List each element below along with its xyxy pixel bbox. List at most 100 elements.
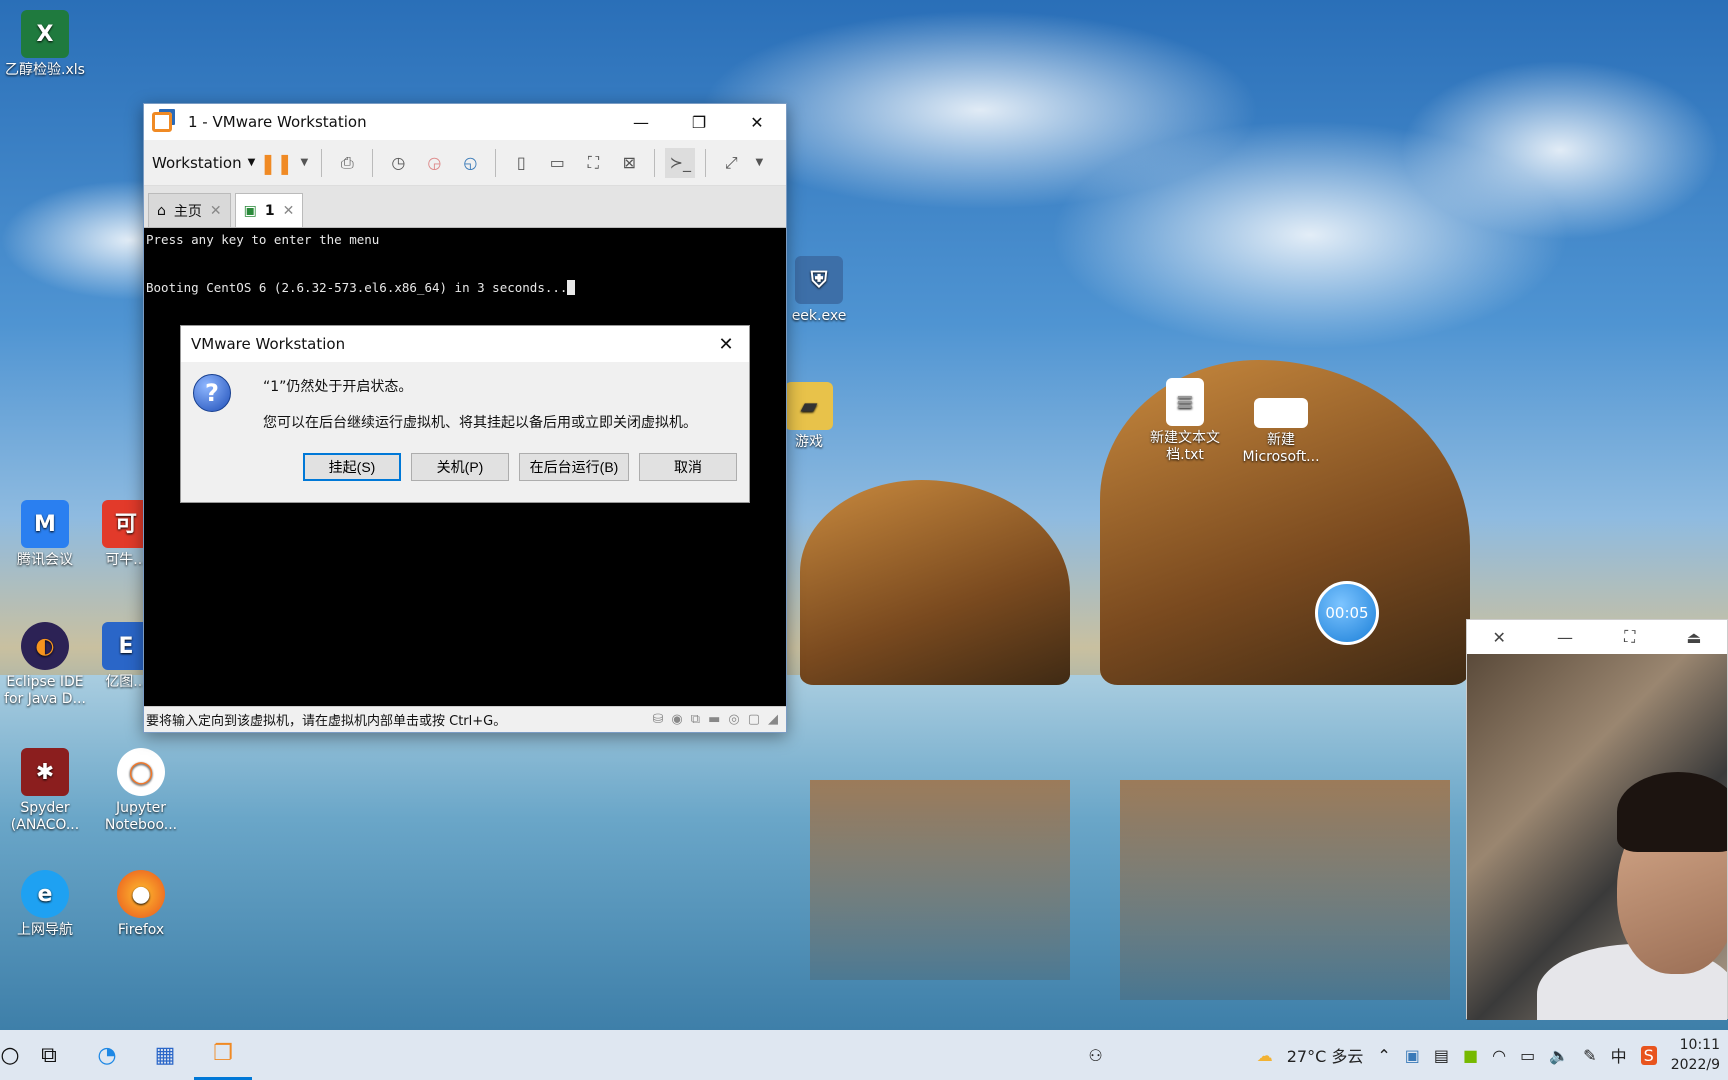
- question-icon: ?: [193, 374, 231, 412]
- confirm-dialog: VMware Workstation ✕ ? “1”仍然处于开启状态。 您可以在…: [180, 325, 750, 503]
- weather-icon[interactable]: ☁: [1257, 1046, 1273, 1065]
- dialog-close-icon[interactable]: ✕: [703, 334, 749, 355]
- resize-grip-icon[interactable]: ◢: [768, 712, 778, 727]
- rock-reflection: [1120, 780, 1450, 1000]
- desktop-icon-exe[interactable]: ⛨ eek.exe: [784, 256, 854, 325]
- close-icon[interactable]: ✕: [1493, 628, 1506, 647]
- dialog-title: VMware Workstation: [191, 335, 346, 353]
- chevron-up-icon[interactable]: ⌃: [1377, 1046, 1390, 1065]
- folder-icon: ▰: [785, 382, 833, 430]
- library-view-icon[interactable]: ▯: [506, 148, 536, 178]
- cloud: [1400, 60, 1720, 240]
- close-icon[interactable]: ✕: [210, 203, 222, 219]
- sound-icon[interactable]: ◎: [728, 712, 739, 727]
- dialog-titlebar[interactable]: VMware Workstation ✕: [181, 326, 749, 362]
- taskbar: ○ ⧉ ◔ ▦ ❐ ⚇ ☁ 27°C 多云 ⌃ ▣ ▤ ■ ◠ ▭ 🔈 ✎ 中 …: [0, 1030, 1728, 1080]
- printer-icon[interactable]: ▬: [708, 712, 720, 727]
- desktop-icon-games[interactable]: ▰ 游戏: [784, 382, 834, 451]
- desktop-icon-eclipse[interactable]: ◐ Eclipse IDE for Java D...: [0, 622, 90, 708]
- text-cursor: [567, 280, 576, 295]
- rock-left: [800, 480, 1070, 685]
- toolbar: Workstation ▼ ❚❚ ▼ ⎙ ◷ ◶ ◵ ▯ ▭ ⛶ ⊠ ≻_ ⤢ …: [144, 140, 786, 186]
- home-icon: ⌂: [157, 202, 166, 219]
- edge-icon[interactable]: ◔: [78, 1030, 136, 1080]
- hard-disk-icon[interactable]: ⛁: [653, 712, 664, 727]
- ime-icon[interactable]: 中: [1611, 1043, 1627, 1067]
- network-icon[interactable]: ⧉: [691, 712, 700, 727]
- camera-feed: [1467, 654, 1727, 1020]
- photos-icon[interactable]: ▦: [136, 1030, 194, 1080]
- camera-person-hair: [1617, 772, 1727, 852]
- minimize-icon[interactable]: —: [1557, 628, 1573, 647]
- pause-icon[interactable]: ❚❚: [260, 148, 294, 178]
- toolbar-separator: [705, 148, 707, 177]
- thumbnail-view-icon[interactable]: ▭: [542, 148, 572, 178]
- send-ctrl-alt-del-icon[interactable]: ⎙: [332, 148, 362, 178]
- battery-icon[interactable]: ▭: [1520, 1046, 1535, 1065]
- tab-vm-1[interactable]: ▣ 1 ✕: [234, 193, 304, 227]
- minimize-button[interactable]: —: [612, 104, 670, 140]
- fullscreen-icon[interactable]: ⛶: [578, 148, 608, 178]
- unity-icon[interactable]: ⊠: [614, 148, 644, 178]
- search-icon[interactable]: ○: [0, 1030, 20, 1080]
- desktop-icon-tencent-meeting[interactable]: M 腾讯会议: [0, 500, 90, 569]
- desktop-icon-spyder[interactable]: ✱ Spyder (ANACO...: [0, 748, 90, 834]
- tab-home[interactable]: ⌂ 主页 ✕: [148, 193, 231, 227]
- ie-icon: e: [21, 870, 69, 918]
- clock[interactable]: 10:11 2022/9: [1671, 1035, 1720, 1075]
- camera-window: ✕ — ⛶ ⏏: [1466, 619, 1728, 1020]
- pen-icon[interactable]: ✎: [1583, 1046, 1596, 1065]
- snapshot-icon[interactable]: ◷: [383, 148, 413, 178]
- expand-icon[interactable]: ⛶: [1624, 627, 1635, 647]
- cd-rom-icon[interactable]: ◉: [671, 712, 682, 727]
- stretch-icon[interactable]: ⤢: [716, 148, 746, 178]
- vmware-taskbar-icon[interactable]: ❐: [194, 1030, 252, 1080]
- close-button[interactable]: ✕: [728, 104, 786, 140]
- run-in-background-button[interactable]: 在后台运行(B): [519, 453, 629, 481]
- window-title: 1 - VMware Workstation: [188, 113, 367, 131]
- toolbar-separator: [495, 148, 497, 177]
- desktop-icon-firefox[interactable]: ● Firefox: [96, 870, 186, 939]
- restore-button[interactable]: ❐: [670, 104, 728, 140]
- revert-snapshot-icon[interactable]: ◶: [419, 148, 449, 178]
- eclipse-icon: ◐: [21, 622, 69, 670]
- recording-timer[interactable]: 00:05: [1315, 581, 1379, 645]
- sogou-icon[interactable]: S: [1640, 1045, 1657, 1065]
- nvidia-icon[interactable]: ■: [1463, 1046, 1478, 1065]
- snapshot-manager-icon[interactable]: ◵: [455, 148, 485, 178]
- system-tray: ⚇ ☁ 27°C 多云 ⌃ ▣ ▤ ■ ◠ ▭ 🔈 ✎ 中 S 10:11 20…: [1088, 1035, 1728, 1075]
- people-icon[interactable]: ⚇: [1088, 1046, 1102, 1065]
- task-view-icon[interactable]: ⧉: [20, 1030, 78, 1080]
- text-file-icon: ≡: [1166, 378, 1204, 426]
- shutdown-button[interactable]: 关机(P): [411, 453, 509, 481]
- wifi-icon[interactable]: ◠: [1492, 1046, 1506, 1065]
- desktop-icon-jupyter[interactable]: ◯ Jupyter Noteboo...: [96, 748, 186, 834]
- vmware-logo-icon: [152, 112, 172, 132]
- suspend-button[interactable]: 挂起(S): [303, 453, 401, 481]
- toolbar-separator: [654, 148, 656, 177]
- spyder-icon: ✱: [21, 748, 69, 796]
- rock-reflection: [810, 780, 1070, 980]
- desktop-icon-ie[interactable]: e 上网导航: [0, 870, 90, 939]
- cancel-button[interactable]: 取消: [639, 453, 737, 481]
- console-view-icon[interactable]: ≻_: [665, 147, 696, 178]
- desktop-icon-txt[interactable]: ≡ 新建文本文档.txt: [1140, 378, 1230, 464]
- vmware-tray-icon[interactable]: ▤: [1434, 1046, 1449, 1065]
- tencent-meeting-icon: M: [21, 500, 69, 548]
- console-line: Press any key to enter the menu: [146, 232, 380, 247]
- desktop-icon-microsoft[interactable]: 新建 Microsoft...: [1236, 398, 1326, 466]
- firefox-icon: ●: [117, 870, 165, 918]
- desktop-icon-xls[interactable]: X 乙醇检验.xls: [0, 10, 90, 79]
- toolbar-separator: [321, 148, 323, 177]
- workstation-menu[interactable]: Workstation ▼: [152, 154, 255, 172]
- close-icon[interactable]: ✕: [283, 203, 295, 219]
- chevron-down-icon[interactable]: ▼: [297, 148, 311, 178]
- message-icon[interactable]: ▢: [748, 712, 760, 727]
- window-titlebar[interactable]: 1 - VMware Workstation — ❐ ✕: [144, 104, 786, 140]
- chevron-down-icon[interactable]: ▼: [752, 148, 766, 178]
- eject-icon[interactable]: ⏏: [1686, 628, 1701, 647]
- volume-icon[interactable]: 🔈: [1549, 1046, 1569, 1065]
- app-tray-icon[interactable]: ▣: [1405, 1046, 1420, 1065]
- weather-text[interactable]: 27°C 多云: [1287, 1043, 1364, 1067]
